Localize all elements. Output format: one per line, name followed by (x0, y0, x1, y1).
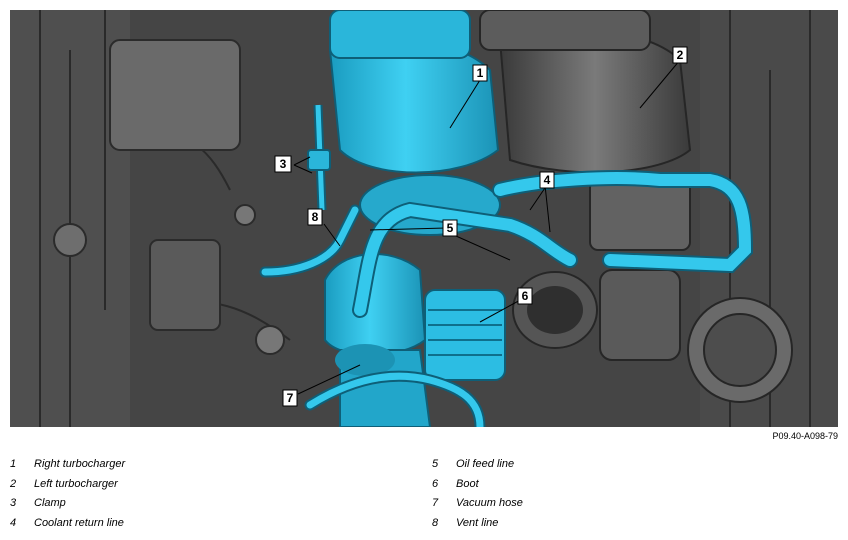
svg-text:1: 1 (477, 66, 484, 80)
legend-item: 5 Oil feed line (432, 458, 523, 478)
legend-left-column: 1 Right turbocharger 2 Left turbocharger 3… (10, 458, 125, 536)
legend-text: Vacuum hose (456, 497, 523, 509)
legend-number: 8 (432, 516, 439, 529)
callout-5: 5 (442, 219, 458, 237)
legend-item: 8 Vent line (432, 517, 523, 537)
legend-text: Right turbocharger (34, 458, 126, 470)
legend-item: 6 Boot (432, 478, 523, 498)
legend-item: 4 Coolant return line (10, 517, 125, 537)
svg-text:4: 4 (544, 173, 551, 187)
legend-text: Clamp (34, 497, 66, 509)
legend-number: 5 (432, 458, 439, 470)
legend-text: Vent line (456, 516, 499, 529)
legend-text: Left turbocharger (34, 477, 118, 490)
svg-text:3: 3 (280, 157, 287, 171)
callout-6: 6 (517, 287, 533, 305)
legend-number: 6 (432, 477, 439, 490)
callout-8: 8 (307, 208, 323, 226)
boot (424, 289, 506, 381)
legend-text: Coolant return line (34, 516, 124, 529)
legend-item: 2 Left turbocharger (10, 478, 125, 498)
callout-4: 4 (539, 171, 555, 189)
legend-number: 7 (432, 497, 439, 509)
engine-illustration: 1 2 3 4 5 6 7 8 (10, 10, 838, 427)
svg-text:7: 7 (287, 391, 294, 405)
callout-3: 3 (274, 155, 292, 173)
legend-item: 1 Right turbocharger (10, 458, 125, 478)
legend-text: Boot (456, 477, 479, 490)
legend-number: 1 (10, 458, 17, 470)
callout-7: 7 (282, 389, 298, 407)
legend-number: 4 (10, 516, 17, 529)
legend-right-column: 5 Oil feed line 6 Boot 7 Vacuum hose 8 Vent … (432, 458, 523, 536)
svg-text:8: 8 (312, 210, 319, 224)
legend-text: Oil feed line (456, 458, 515, 470)
legend-number: 2 (10, 477, 17, 490)
legend-item: 7 Vacuum hose (432, 497, 523, 517)
figure-reference: P09.40-A098-79 (772, 431, 838, 441)
legend-item: 3 Clamp (10, 497, 125, 517)
svg-text:5: 5 (447, 221, 454, 235)
callout-1: 1 (472, 64, 488, 82)
svg-text:6: 6 (522, 289, 529, 303)
svg-text:2: 2 (677, 48, 684, 62)
legend-number: 3 (10, 497, 17, 509)
callout-2: 2 (672, 46, 688, 64)
